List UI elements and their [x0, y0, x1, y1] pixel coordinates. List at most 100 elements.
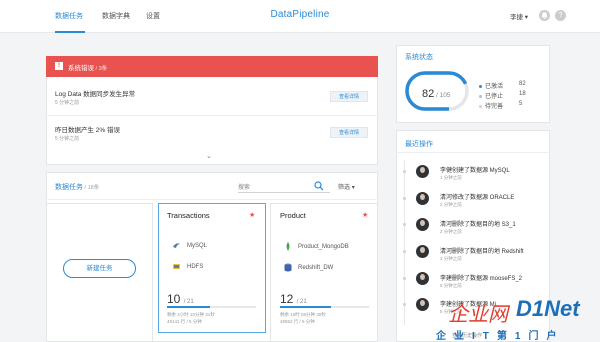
user-menu[interactable]: 李捷 ▾ [510, 11, 528, 21]
op-text: 清河删除了数据目的地 Redshift [440, 249, 524, 255]
filter-label: 筛选 [338, 185, 351, 191]
task-meta-line: 剩余 2小时 10分钟 31秒 [167, 312, 215, 317]
search-input[interactable]: 搜索 [238, 182, 250, 191]
watermark-logo-en: D1Net [516, 296, 580, 321]
top-nav: 数据任务 数据字典 设置 DataPipeline 李捷 ▾ ? [0, 0, 600, 33]
source-label: Product_MongoDB [298, 244, 349, 251]
task-card-title: Product [280, 211, 306, 220]
status-current: 82 [422, 88, 435, 100]
legend-dot [479, 94, 482, 98]
task-meta-line: 49552 行 / 5 分钟 [280, 319, 315, 324]
filter-dropdown[interactable]: 筛选 ▾ [338, 182, 355, 191]
avatar [416, 298, 429, 311]
tasks-count: / 18条 [83, 185, 100, 191]
tasks-title: 数据任务 [55, 184, 83, 191]
avatar [416, 272, 429, 285]
legend-value: 5 [519, 101, 523, 107]
source-item: Product_MongoDB [284, 242, 349, 251]
timeline-dot [403, 250, 406, 253]
legend-label: 待完善 [485, 104, 504, 110]
alert-icon: ! [55, 62, 63, 70]
mongodb-icon [286, 242, 290, 251]
destination-item: Redshift_DW [284, 263, 333, 272]
task-meta: 剩余 2小时 10分钟 31秒 49141 行 / 5 分钟 [167, 311, 215, 325]
legend-item: 已激活 82 [479, 81, 526, 90]
progress-done: 12 [280, 292, 294, 306]
error-header: ! 系统错误 / 3条 [46, 56, 378, 77]
op-time: 3 分钟之前 [440, 256, 462, 261]
status-total: 105 [439, 92, 451, 99]
legend-value: 82 [519, 81, 526, 87]
system-status-title: 系统状态 [405, 54, 433, 61]
view-details-button[interactable]: 查看详情 [330, 127, 368, 138]
search-icon[interactable] [314, 178, 324, 196]
error-item-time: 5 分钟之前 [55, 136, 80, 142]
progress-count: 12 / 21 [280, 292, 307, 306]
view-details-button[interactable]: 查看详情 [330, 91, 368, 102]
progress-done: 10 [167, 292, 181, 306]
recent-ops-title: 最近操作 [405, 141, 433, 148]
timeline-dot [403, 277, 406, 280]
avatar [416, 245, 429, 258]
timeline-dot [403, 303, 406, 306]
task-card-title: Transactions [167, 211, 210, 220]
chevron-down-icon[interactable]: ⌄ [206, 152, 212, 160]
task-meta-line: 剩余 10时 08分钟 30秒 [280, 312, 326, 317]
destination-label: Redshift_DW [298, 265, 334, 272]
timeline-dot [403, 170, 406, 173]
op-text: 李建删除了数据源 mooseFS_2 [440, 276, 523, 282]
legend-item: 待完善 5 [479, 101, 522, 110]
destination-item: HDFS [172, 262, 203, 271]
op-text: 清河修改了数据源 ORACLE [440, 195, 515, 201]
divider [396, 152, 550, 153]
source-label: MySQL [187, 243, 208, 250]
error-count: / 3条 [94, 66, 108, 72]
progress-bar-fill [280, 306, 331, 308]
op-time: 1 分钟之前 [440, 175, 462, 180]
task-meta: 剩余 10时 08分钟 30秒 49552 行 / 5 分钟 [280, 311, 326, 325]
hdfs-icon [173, 264, 180, 269]
bell-icon[interactable] [539, 10, 550, 21]
progress-bar [280, 306, 369, 308]
legend-label: 已激活 [485, 84, 504, 90]
status-count: 82 / 105 [422, 88, 451, 100]
progress-total: 21 [187, 299, 194, 305]
error-item-time: 5 分钟之前 [55, 100, 80, 106]
caret-down-icon: ▾ [351, 185, 355, 191]
new-task-button[interactable]: 新建任务 [63, 259, 136, 278]
op-time: 5 分钟之前 [440, 283, 462, 288]
mysql-icon [173, 243, 180, 248]
progress-total: 21 [300, 299, 307, 305]
divider [46, 199, 378, 200]
op-text: 李健创建了数据源 MySQL [440, 168, 510, 174]
divider [46, 115, 378, 116]
error-item-title: 昨日数据产生 2% 错误 [55, 127, 121, 134]
active-tab-indicator [55, 31, 85, 33]
legend-dot [479, 104, 482, 108]
help-icon[interactable]: ? [555, 10, 566, 21]
avatar [416, 218, 429, 231]
star-icon[interactable]: ★ [249, 211, 255, 219]
task-meta-line: 49141 行 / 5 分钟 [167, 319, 202, 324]
watermark-logo-cn: 企业网 [448, 304, 508, 326]
legend-label: 已停止 [485, 94, 504, 100]
avatar [416, 192, 429, 205]
watermark-tagline: 企业IT第1门户 [436, 331, 565, 342]
legend-item: 已停止 18 [479, 91, 526, 100]
error-title: 系统错误 [68, 65, 94, 72]
error-item-title: Log Data 数据同步发生异常 [55, 91, 136, 98]
progress-bar [167, 306, 256, 308]
op-text: 清河删除了数据目的地 S3_1 [440, 222, 516, 228]
source-item: MySQL [172, 241, 207, 250]
timeline-dot [403, 223, 406, 226]
op-time: 2 分钟之前 [440, 202, 462, 207]
avatar [416, 165, 429, 178]
op-time: 2 分钟之前 [440, 229, 462, 234]
redshift-icon [284, 263, 292, 272]
progress-bar-fill [167, 306, 210, 308]
star-icon[interactable]: ★ [362, 211, 368, 219]
destination-label: HDFS [187, 264, 204, 271]
legend-dot [479, 84, 482, 88]
timeline-dot [403, 197, 406, 200]
progress-count: 10 / 21 [167, 292, 194, 306]
